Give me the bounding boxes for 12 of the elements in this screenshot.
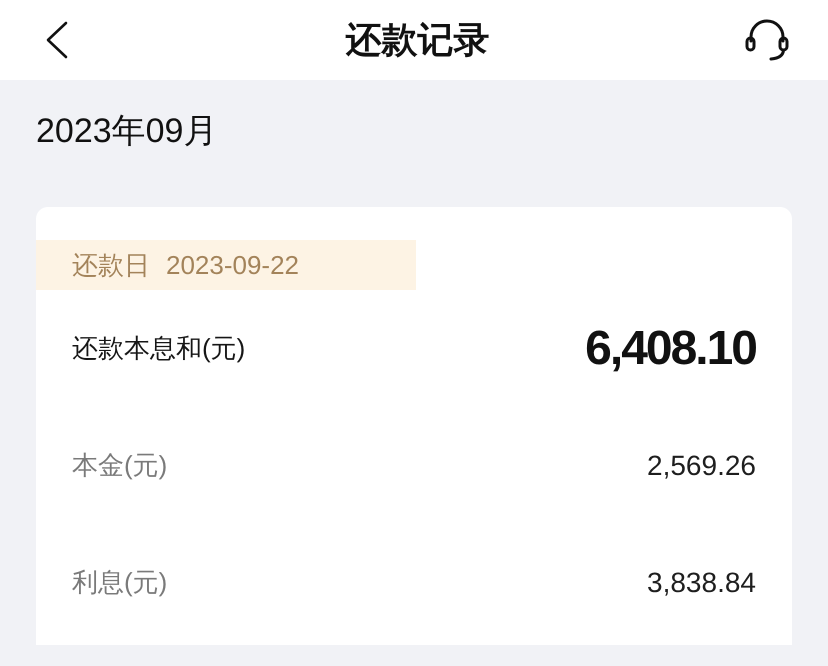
due-date: 2023-09-22 bbox=[166, 250, 299, 280]
amount-value: 2,569.26 bbox=[647, 450, 756, 482]
amount-value: 3,838.84 bbox=[647, 566, 756, 598]
amount-label: 本金(元) bbox=[72, 449, 168, 482]
back-icon[interactable] bbox=[45, 21, 69, 59]
amount-label: 还款本息和(元) bbox=[72, 332, 246, 365]
headset-icon[interactable] bbox=[744, 19, 790, 61]
month-heading: 2023年09月 bbox=[36, 111, 218, 152]
amount-value: 6,408.10 bbox=[585, 321, 756, 376]
amount-label: 利息(元) bbox=[72, 566, 168, 599]
page-title: 还款记录 bbox=[346, 18, 490, 62]
due-date-label: 还款日 bbox=[72, 248, 150, 282]
